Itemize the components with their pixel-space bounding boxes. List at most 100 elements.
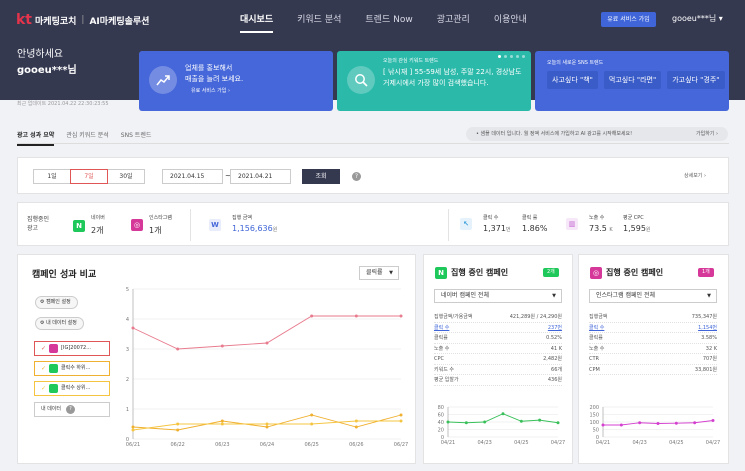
metric-value: 1,154번 (698, 324, 717, 331)
y-tick-label: 20 (438, 428, 444, 434)
sns-chip[interactable]: 사고싶다 "책" (547, 71, 598, 89)
period-selector: 1일 7일 30일 (33, 169, 145, 184)
metric-label: 집행금액 (589, 314, 608, 320)
metric-row: 클릭 수 1,154번 (589, 323, 717, 333)
data-point (176, 428, 180, 432)
help-icon[interactable]: ? (352, 172, 361, 181)
data-point (176, 422, 180, 426)
carousel-dots[interactable] (498, 55, 525, 58)
data-point (310, 422, 314, 426)
join-link[interactable]: 가입하기 › (696, 127, 718, 141)
promo-link[interactable]: 유료 서비스 가입 › (191, 87, 230, 94)
metric-row: CPM 33,801원 (589, 365, 717, 375)
data-point (220, 419, 224, 423)
metric-row: 클릭률 0.52% (434, 333, 562, 344)
clicks-label: 클릭 수 (483, 215, 499, 221)
user-menu[interactable]: gooeu***님 ▾ (672, 13, 723, 24)
metric-row: CPC 2,482원 (434, 354, 562, 365)
metric-row: 키워드 수 66개 (434, 365, 562, 375)
ctr-label: 클릭 률 (522, 215, 538, 221)
search-button[interactable]: 조회 (302, 169, 340, 184)
naver-label: 네이버 (91, 215, 105, 221)
data-point (619, 423, 623, 427)
stats-bar: 집행중인 광고 N 네이버 2개 ◎ 인스타그램 1개 W 집행 금액 1,156… (17, 202, 729, 246)
metric-row: CTR 707원 (589, 354, 717, 365)
logo[interactable]: kt 마케팅코치 | AI마케팅솔루션 (16, 12, 149, 28)
impressions-label: 노출 수 (589, 215, 605, 221)
legend-item[interactable]: ✓ 클릭수 상위... (34, 381, 110, 396)
paid-service-button[interactable]: 유료 서비스 가입 (601, 12, 656, 27)
compare-title: 캠페인 성과 비교 (32, 270, 97, 280)
insta-count: 1개 (149, 226, 162, 235)
data-setting-button[interactable]: ⚙ 내 데이터 설정 (35, 317, 84, 330)
nav-ad-management[interactable]: 광고관리 (437, 12, 470, 33)
data-point (711, 419, 715, 422)
data-point (446, 420, 450, 424)
impressions-icon: ▥ (566, 218, 578, 230)
campaign-compare-chart: 54321006/21 06/22 06/23 06/24 06/25 06/26 06/2… (126, 287, 408, 448)
data-point (519, 419, 523, 423)
metric-label: CTR (589, 356, 600, 362)
sns-chip[interactable]: 가고싶다 "경주" (667, 71, 725, 89)
period-1day[interactable]: 1일 (33, 169, 71, 184)
legend-item[interactable]: ✓ [IG]20072... (34, 341, 110, 356)
greeting-line: 안녕하세요 (17, 49, 63, 60)
x-tick-label: 06/22 (170, 442, 184, 448)
metric-label: 클릭 수 (434, 324, 450, 331)
x-tick-label: 04/25 (669, 440, 683, 446)
nav-guide[interactable]: 이용안내 (494, 12, 527, 33)
promo-card[interactable]: 업체를 홍보해서 매출을 늘려 보세요. 유료 서비스 가입 › (139, 51, 333, 111)
metric-dropdown[interactable]: 클릭률 ▼ (359, 266, 399, 280)
metric-value: 707원 (702, 356, 717, 362)
y-tick-label: 50 (593, 428, 599, 434)
metric-value: 66개 (551, 366, 562, 373)
y-tick-label: 100 (589, 420, 599, 426)
metric-label: 노출 수 (434, 345, 450, 352)
won-icon: W (209, 219, 221, 231)
metric-row: 클릭률 3.58% (589, 333, 717, 344)
insta-panel-title: 집행 중인 캠페인 (606, 268, 664, 277)
x-tick-label: 06/21 (126, 442, 140, 448)
data-point (265, 341, 269, 345)
metric-label: 평균 입찰가 (434, 377, 459, 383)
amount-value: 1,156,636원 (232, 224, 278, 233)
naver-campaign-panel: N 집행 중인 캠페인 2개 네이버 캠페인 전체 ▼ 집행금액/가용금액 421,… (423, 254, 573, 464)
legend-item[interactable]: ✓ 클릭수 하위... (34, 361, 110, 376)
data-point (131, 425, 135, 429)
data-point (656, 422, 660, 425)
nav-trend-now[interactable]: 트렌드 Now (365, 12, 412, 33)
campaign-setting-button[interactable]: ⚙ 캠페인 설정 (35, 296, 78, 309)
metric-value: 32 K (705, 345, 717, 352)
naver-campaign-select[interactable]: 네이버 캠페인 전체 ▼ (434, 289, 562, 303)
metric-value: 237번 (547, 324, 562, 331)
x-tick-label: 04/27 (706, 440, 720, 446)
nav-dashboard[interactable]: 대시보드 (240, 12, 274, 33)
keyword-trend-card[interactable]: 오늘의 관심 키워드 트렌드 [ 낚시재 ] 55-59세 남성, 주말 22시… (337, 51, 531, 111)
running-ads-label: 집행중인 광고 (27, 216, 50, 232)
x-tick-label: 04/27 (551, 440, 565, 446)
last-updated: 최근 업데이트 2021.04.22 22:30:23:55 (17, 101, 109, 107)
y-tick-label: 3 (126, 347, 129, 353)
kt-logo: kt (16, 12, 33, 28)
insta-campaign-select[interactable]: 인스타그램 캠페인 전체 ▼ (589, 289, 717, 303)
nav-keyword-analysis[interactable]: 키워드 분석 (297, 12, 341, 33)
date-from[interactable]: 2021.04.15 (162, 169, 223, 184)
notice-text: • 샘플 데이터 입니다. 월 정액 서비스에 가입하고 AI 광고를 시작해보… (476, 131, 633, 137)
x-tick-label: 06/27 (394, 442, 408, 448)
period-30day[interactable]: 30일 (107, 169, 145, 184)
keyword-trend-text: [ 낚시재 ] 55-59세 남성, 주말 22시, 경상남도 거제시에서 가장… (383, 68, 522, 87)
insta-metrics-table: 집행금액 735,347원 클릭 수 1,154번 클릭률 3.58% 노출 수 32 K CT… (589, 312, 717, 375)
period-7day[interactable]: 7일 (70, 169, 108, 184)
insta-count-badge: 1개 (698, 268, 714, 277)
insta-label: 인스타그램 (149, 215, 173, 221)
sns-chip[interactable]: 먹고싶다 "라면" (603, 71, 662, 89)
detail-link[interactable]: 상세보기 › (684, 172, 706, 179)
user-name: gooeu***님 (672, 14, 717, 23)
date-to[interactable]: 2021.04.21 (230, 169, 291, 184)
data-point (693, 421, 697, 425)
my-data-item[interactable]: 내 데이터? (34, 402, 110, 417)
y-tick-label: 4 (126, 317, 129, 323)
metric-label: CPC (434, 356, 444, 362)
naver-metrics-table: 집행금액/가용금액 421,289원 / 24,290원 클릭 수 237번 클릭률 0.… (434, 312, 562, 386)
chevron-down-icon: ▼ (707, 293, 711, 299)
